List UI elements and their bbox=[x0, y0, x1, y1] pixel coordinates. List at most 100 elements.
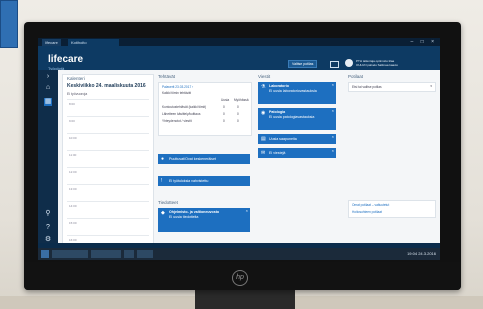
patient-filter-value: Etsi tai valitse potilas bbox=[352, 85, 382, 89]
time-label: 9:00 bbox=[69, 119, 75, 123]
taskbar-app[interactable] bbox=[52, 250, 88, 258]
time-slot[interactable]: 9:00 bbox=[67, 116, 149, 133]
blue-paper-card bbox=[0, 0, 18, 48]
select-patient-button[interactable]: Valitse potilas bbox=[288, 60, 318, 68]
link-icon[interactable]: ⚲ bbox=[44, 210, 52, 218]
inbox-icon: ▤ bbox=[261, 136, 266, 142]
tasks-date-link[interactable]: Palaverit 23.03.2017 › bbox=[162, 85, 193, 89]
time-slot[interactable]: 10:00 bbox=[67, 133, 149, 150]
taskbar-app[interactable] bbox=[124, 250, 134, 258]
tasks-col-late: Myöhässä bbox=[234, 98, 249, 102]
task-row-late: 0 bbox=[237, 105, 239, 109]
time-slot[interactable]: 12:00 bbox=[67, 167, 149, 184]
taskbar-app[interactable] bbox=[137, 250, 153, 258]
collapse-chevron-icon[interactable]: › bbox=[44, 73, 52, 81]
calendar-icon[interactable]: ▦ bbox=[44, 98, 52, 106]
announcement-text: Ohjelmisto- ja valtioneuvosto Ei uusia t… bbox=[169, 210, 244, 219]
expand-icon[interactable]: × bbox=[332, 82, 334, 88]
app-logo: lifecare bbox=[48, 54, 84, 65]
time-label: 15:00 bbox=[69, 221, 77, 225]
calendar-date[interactable]: Keskiviikko 24. maaliskuuta 2016 bbox=[67, 83, 146, 89]
hp-logo: hp bbox=[232, 270, 248, 286]
start-button[interactable] bbox=[41, 250, 49, 258]
unconfirmed-results-label: Ei työtuloksia vahvistettu bbox=[169, 179, 209, 183]
message-new-arrivals[interactable]: ▤ Uusia saapuneita × bbox=[258, 134, 336, 144]
announcements-heading: Tiedotteet bbox=[158, 200, 178, 205]
time-label: 10:00 bbox=[69, 136, 77, 140]
alert-icon: ! bbox=[161, 178, 163, 184]
time-label: 11:00 bbox=[69, 153, 77, 157]
monitor-stand bbox=[195, 290, 295, 309]
messages-heading: Viestit bbox=[258, 74, 271, 79]
user-info-line2: OULUN palvelu Sallmaa kaavio bbox=[356, 62, 399, 67]
flask-icon: ⚗ bbox=[261, 84, 266, 90]
system-clock: 19:04 24.3.2016 bbox=[407, 251, 436, 256]
pending-tasks-label: Puuttuvat/Ovat keskeneräiset bbox=[169, 157, 216, 161]
patients-heading: Potilaat bbox=[348, 74, 364, 79]
home-icon[interactable]: ⌂ bbox=[44, 84, 52, 92]
info-icon: ● bbox=[161, 156, 165, 162]
calendar-panel: Kalenteri Keskiviikko 24. maaliskuuta 20… bbox=[62, 74, 154, 248]
message-new-arrivals-title: Uusia saapuneita bbox=[269, 137, 297, 141]
message-none[interactable]: ✉ Ei viestejä × bbox=[258, 148, 336, 158]
microscope-icon: ◉ bbox=[261, 110, 266, 116]
patients-link-care[interactable]: Hoitosuhteen potilaat bbox=[352, 210, 382, 214]
message-pathology-body: Ei uusia patologiavastauksia bbox=[269, 114, 315, 119]
pending-tasks-button[interactable]: ● Puuttuvat/Ovat keskeneräiset bbox=[158, 154, 250, 164]
patient-links-card: Omat potilaat – valtuutetut Hoitosuhteen… bbox=[348, 200, 436, 218]
tasks-caption: Kaikki tiimin tehtävät bbox=[162, 91, 192, 95]
task-row-label[interactable]: Yhteydenotot / viestit bbox=[162, 119, 192, 123]
message-pathology[interactable]: ◉ Patologia Ei uusia patologiavastauksia… bbox=[258, 108, 336, 130]
calendar-heading: Kalenteri bbox=[67, 76, 85, 81]
time-slot[interactable]: 14:00 bbox=[67, 201, 149, 218]
message-laboratory[interactable]: ⚗ Laboratorio Ei uusia laboratoriovastau… bbox=[258, 82, 336, 104]
time-label: 14:00 bbox=[69, 204, 77, 208]
mail-icon[interactable] bbox=[330, 61, 339, 68]
time-slot[interactable]: 11:00 bbox=[67, 150, 149, 167]
time-slot[interactable]: 8:00 bbox=[67, 99, 149, 116]
time-label: 12:00 bbox=[69, 170, 77, 174]
task-row-label[interactable]: Lähetteen käsittely/kuittaus bbox=[162, 112, 200, 116]
expand-icon[interactable]: × bbox=[332, 108, 334, 114]
patient-filter-select[interactable]: Etsi tai valitse potilas ▾ bbox=[348, 82, 436, 92]
tasks-col-new: Uusia bbox=[221, 98, 230, 102]
time-slot[interactable]: 13:00 bbox=[67, 184, 149, 201]
message-laboratory-body: Ei uusia laboratoriovastauksia bbox=[269, 88, 317, 93]
time-label: 8:00 bbox=[69, 102, 75, 106]
tab-lifecare[interactable]: lifecare bbox=[42, 39, 61, 46]
unconfirmed-results-button[interactable]: ! Ei työtuloksia vahvistettu bbox=[158, 176, 250, 186]
megaphone-icon: ◆ bbox=[161, 210, 165, 216]
main-content: Kalenteri Keskiviikko 24. maaliskuuta 20… bbox=[58, 70, 440, 248]
user-avatar[interactable] bbox=[345, 59, 353, 67]
tab-kotihoito[interactable]: Kotihoito bbox=[68, 39, 119, 46]
taskbar-app[interactable] bbox=[91, 250, 121, 258]
announcement-body: Ei uusia tiedotteita bbox=[169, 214, 199, 219]
time-slot[interactable]: 15:00 bbox=[67, 218, 149, 235]
task-row-new: 0 bbox=[223, 119, 225, 123]
message-laboratory-text: Laboratorio Ei uusia laboratoriovastauks… bbox=[269, 84, 330, 93]
expand-icon[interactable]: × bbox=[332, 148, 334, 154]
app-header: lifecare Työpöytä Valitse potilas PTH ta… bbox=[38, 46, 440, 71]
announcement-card[interactable]: ◆ Ohjelmisto- ja valtioneuvosto Ei uusia… bbox=[158, 208, 250, 232]
expand-icon[interactable]: × bbox=[332, 134, 334, 140]
windows-taskbar: 19:04 24.3.2016 bbox=[38, 248, 440, 260]
window-controls[interactable]: – □ × bbox=[411, 38, 438, 46]
chevron-down-icon: ▾ bbox=[430, 84, 432, 88]
message-none-title: Ei viestejä bbox=[269, 151, 286, 155]
task-row-label[interactable]: Kuntoutustehtävät (kaikki tiimit) bbox=[162, 105, 206, 109]
task-row-new: 0 bbox=[223, 105, 225, 109]
tasks-card: Palaverit 23.03.2017 › Kaikki tiimin teh… bbox=[158, 82, 252, 136]
task-row-late: 0 bbox=[237, 119, 239, 123]
app-screen: lifecare Kotihoito – □ × lifecare Työpöy… bbox=[38, 38, 440, 260]
task-row-new: 0 bbox=[223, 112, 225, 116]
tasks-heading: Tehtävät bbox=[158, 74, 176, 79]
task-row-late: 0 bbox=[237, 112, 239, 116]
browser-tabbar: lifecare Kotihoito – □ × bbox=[38, 38, 440, 46]
patients-link-own[interactable]: Omat potilaat – valtuutetut bbox=[352, 203, 389, 207]
time-label: 16:00 bbox=[69, 238, 77, 242]
time-label: 13:00 bbox=[69, 187, 77, 191]
close-icon[interactable]: × bbox=[246, 208, 248, 214]
calendar-subtitle: Ei työvuoroja bbox=[67, 92, 88, 96]
help-icon[interactable]: ? bbox=[44, 224, 52, 232]
envelope-icon: ✉ bbox=[261, 150, 266, 156]
